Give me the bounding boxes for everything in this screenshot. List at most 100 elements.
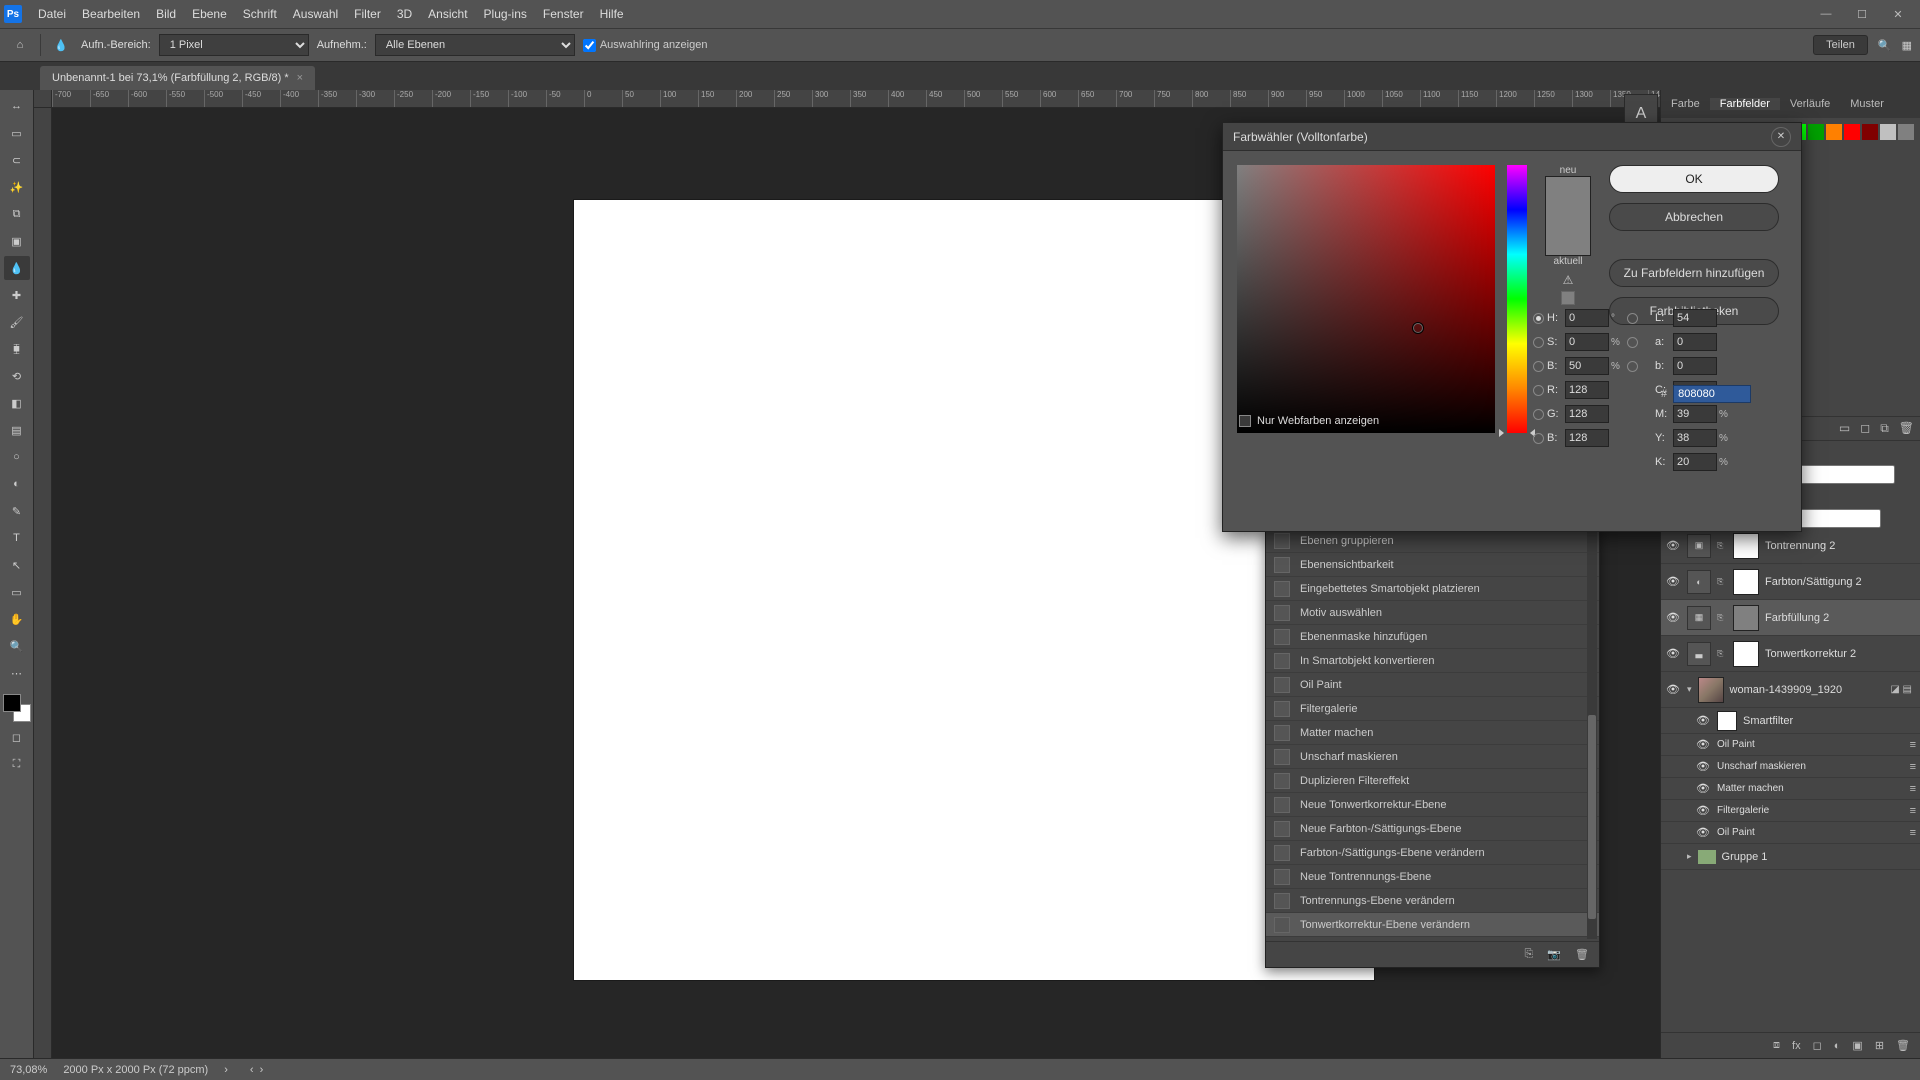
gradient-tool[interactable]: ▤ <box>4 418 30 442</box>
layer-name[interactable]: Farbton/Sättigung 2 <box>1765 576 1862 588</box>
artboard-tool[interactable]: ▭ <box>4 121 30 145</box>
layer-row[interactable]: 👁 ▦ ⎘ Farbfüllung 2 <box>1661 600 1920 636</box>
color-field[interactable] <box>1237 165 1495 433</box>
eyedropper-tool[interactable]: 💧 <box>4 256 30 280</box>
layer-name[interactable]: woman-1439909_1920 <box>1730 684 1843 696</box>
color-picker-close-icon[interactable]: ✕ <box>1771 127 1791 147</box>
filter-options-icon[interactable]: ≡ <box>1910 761 1916 773</box>
history-item[interactable]: Tonwertkorrektur-Ebene verändern <box>1266 913 1599 937</box>
swatch[interactable] <box>1826 124 1842 140</box>
history-item[interactable]: In Smartobjekt konvertieren <box>1266 649 1599 673</box>
layer-row[interactable]: 👁 ▃ ⎘ Tonwertkorrektur 2 <box>1661 636 1920 672</box>
visibility-icon[interactable]: 👁 <box>1695 760 1711 773</box>
type-tool[interactable]: T <box>4 526 30 550</box>
filter-name[interactable]: Filtergalerie <box>1717 805 1769 816</box>
home-icon[interactable]: ⌂ <box>8 33 32 57</box>
new-layer-icon[interactable]: ⊞ <box>1875 1039 1884 1052</box>
adjustment-thumb[interactable]: ▃ <box>1687 642 1711 666</box>
tab-muster[interactable]: Muster <box>1840 98 1894 110</box>
web-only-row[interactable]: Nur Webfarben anzeigen <box>1239 415 1379 427</box>
smartfilter-item[interactable]: 👁 Matter machen ≡ <box>1661 778 1920 800</box>
crop-tool[interactable]: ⧉ <box>4 202 30 226</box>
show-ring-checkbox[interactable]: Auswahlring anzeigen <box>583 39 708 52</box>
h-input[interactable] <box>1565 309 1609 327</box>
history-item[interactable]: Unscharf maskieren <box>1266 745 1599 769</box>
radio-r[interactable] <box>1533 385 1544 396</box>
expand-icon[interactable]: ▸ <box>1687 851 1692 862</box>
share-button[interactable]: Teilen <box>1813 35 1868 55</box>
a-input[interactable] <box>1673 333 1717 351</box>
layer-thumb[interactable] <box>1698 677 1724 703</box>
l-input[interactable] <box>1673 309 1717 327</box>
group-icon[interactable]: ▣ <box>1852 1039 1862 1052</box>
layer-mask-thumb[interactable] <box>1733 641 1759 667</box>
next-icon[interactable]: › <box>260 1064 264 1076</box>
b-hsb-input[interactable] <box>1565 357 1609 375</box>
color-swatches[interactable] <box>3 694 31 722</box>
smartfilter-header[interactable]: 👁 Smartfilter <box>1661 708 1920 734</box>
visibility-icon[interactable]: 👁 <box>1695 782 1711 795</box>
brush-tool[interactable]: 🖌 <box>4 310 30 334</box>
web-safe-icon[interactable] <box>1561 291 1575 305</box>
filter-options-icon[interactable]: ≡ <box>1910 783 1916 795</box>
smartfilter-item[interactable]: 👁 Unscharf maskieren ≡ <box>1661 756 1920 778</box>
history-item[interactable]: Matter machen <box>1266 721 1599 745</box>
trash-icon[interactable]: 🗑 <box>1899 421 1914 436</box>
add-swatch-warn-icon[interactable]: ⚠ <box>1563 273 1574 287</box>
color-field-cursor[interactable] <box>1413 323 1423 333</box>
adjustment-thumb[interactable]: ▣ <box>1687 534 1711 558</box>
smartfilter-item[interactable]: 👁 Oil Paint ≡ <box>1661 734 1920 756</box>
adjustment-thumb[interactable]: ▦ <box>1687 606 1711 630</box>
cancel-button[interactable]: Abbrechen <box>1609 203 1779 231</box>
history-item[interactable]: Neue Tonwertkorrektur-Ebene <box>1266 793 1599 817</box>
adjustment-layer-icon[interactable]: ◐ <box>1834 1040 1841 1052</box>
hand-tool[interactable]: ✋ <box>4 607 30 631</box>
history-item[interactable]: Neue Tontrennungs-Ebene <box>1266 865 1599 889</box>
k-input[interactable] <box>1673 453 1717 471</box>
layer-mask-thumb[interactable] <box>1733 533 1759 559</box>
window-maximize[interactable]: ☐ <box>1844 0 1880 28</box>
current-color-box[interactable] <box>1545 216 1591 256</box>
filter-name[interactable]: Oil Paint <box>1717 827 1755 838</box>
radio-s[interactable] <box>1533 337 1544 348</box>
zoom-readout[interactable]: 73,08% <box>10 1064 47 1076</box>
history-list[interactable]: Ebenen gruppierenEbenensichtbarkeitEinge… <box>1266 529 1599 941</box>
layer-row[interactable]: 👁 ▣ ⎘ Tontrennung 2 <box>1661 528 1920 564</box>
r-input[interactable] <box>1565 381 1609 399</box>
visibility-icon[interactable]: 👁 <box>1665 575 1681 588</box>
web-only-checkbox[interactable] <box>1239 415 1251 427</box>
fx-icon[interactable]: fx <box>1792 1040 1801 1052</box>
history-item[interactable]: Eingebettetes Smartobjekt platzieren <box>1266 577 1599 601</box>
menu-plugins[interactable]: Plug-ins <box>476 7 535 21</box>
tab-farbe[interactable]: Farbe <box>1661 98 1710 110</box>
history-snapshot-icon[interactable]: 📷 <box>1547 948 1561 961</box>
path-select-tool[interactable]: ↖ <box>4 553 30 577</box>
tab-verlaufe[interactable]: Verläufe <box>1780 98 1840 110</box>
quick-mask[interactable]: ◻ <box>4 725 30 749</box>
hue-slider[interactable] <box>1507 165 1527 433</box>
hex-input[interactable] <box>1673 385 1751 403</box>
group-name[interactable]: Gruppe 1 <box>1722 851 1768 863</box>
frame-tool[interactable]: ▣ <box>4 229 30 253</box>
filter-options-icon[interactable]: ≡ <box>1910 739 1916 751</box>
smart-object-layer[interactable]: 👁 ▾ woman-1439909_1920 ◪ ▤ <box>1661 672 1920 708</box>
history-item[interactable]: Neue Farbton-/Sättigungs-Ebene <box>1266 817 1599 841</box>
menu-auswahl[interactable]: Auswahl <box>285 7 346 21</box>
m-input[interactable] <box>1673 405 1717 423</box>
menu-filter[interactable]: Filter <box>346 7 389 21</box>
radio-lab-b[interactable] <box>1627 361 1638 372</box>
edit-toolbar[interactable]: ⋯ <box>4 661 30 685</box>
zoom-tool[interactable]: 🔍 <box>4 634 30 658</box>
foreground-color[interactable] <box>3 694 21 712</box>
search-icon[interactable]: 🔍 <box>1878 39 1892 52</box>
filter-name[interactable]: Unscharf maskieren <box>1717 761 1806 772</box>
radio-a[interactable] <box>1627 337 1638 348</box>
stamp-tool[interactable]: ⧯ <box>4 337 30 361</box>
filter-options-icon[interactable]: ≡ <box>1910 827 1916 839</box>
g-input[interactable] <box>1565 405 1609 423</box>
blue-input[interactable] <box>1565 429 1609 447</box>
history-item[interactable]: Oil Paint <box>1266 673 1599 697</box>
horizontal-ruler[interactable]: -700-650-600-550-500-450-400-350-300-250… <box>52 90 1660 108</box>
filter-name[interactable]: Matter machen <box>1717 783 1784 794</box>
history-item[interactable]: Tontrennungs-Ebene verändern <box>1266 889 1599 913</box>
